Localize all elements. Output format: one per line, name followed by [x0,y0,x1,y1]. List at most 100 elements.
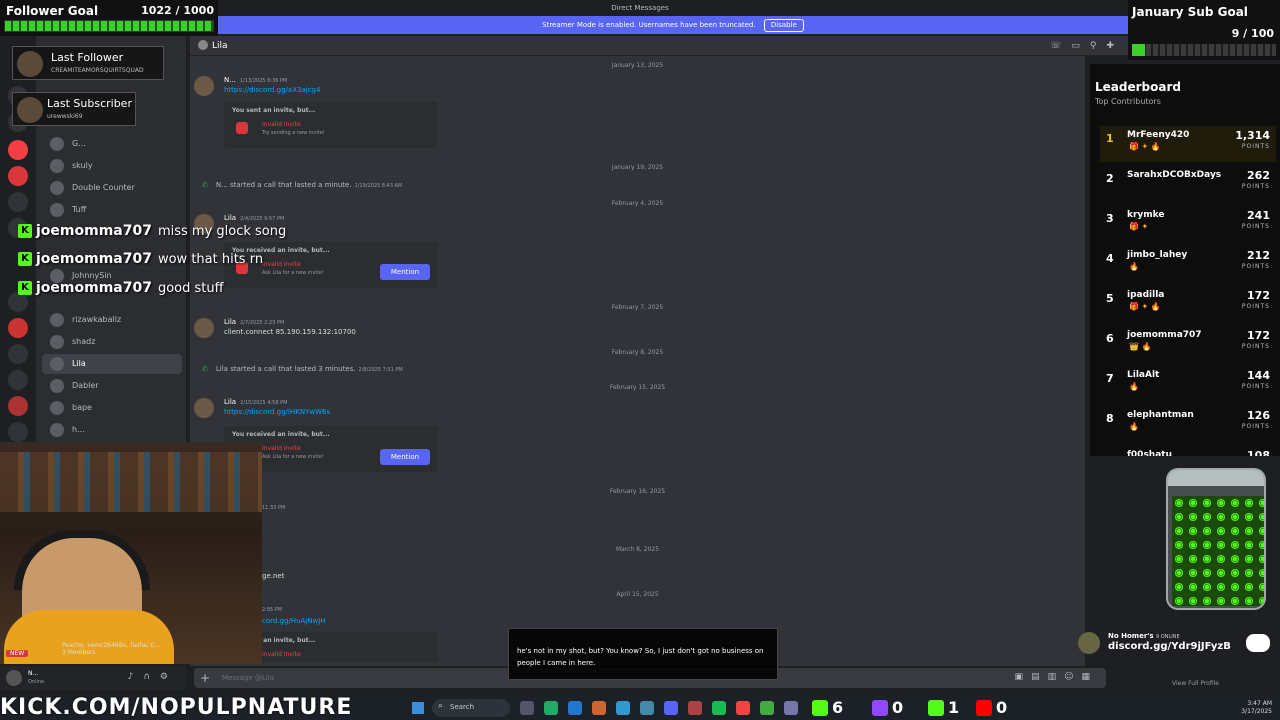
leaderboard-row: 1 MrFeeny420 🎁 ✦ 🔥 1,314 POINTS [1100,126,1276,162]
leaderboard-badges: 🎁 ✦ [1129,222,1149,231]
server-icon[interactable] [8,166,28,186]
leaderboard-points-label: POINTS [1241,303,1270,310]
dm-item-name: rizawkaballz [72,315,122,324]
follower-goal-fill [5,21,213,31]
timestamp: 11:33 PM [262,505,286,511]
taskbar-app-icon[interactable] [568,701,582,715]
gif-icon[interactable]: ▤ [1031,672,1048,682]
dm-item[interactable]: h... [42,420,182,440]
leaderboard-subtitle: Top Contributors [1095,97,1161,106]
stream-stat-value: 0 [892,698,904,717]
taskbar-app-icon[interactable] [616,701,630,715]
taskbar-app-icon[interactable] [640,701,654,715]
headphones-icon[interactable]: ∩ [143,672,160,682]
mention-button[interactable]: Mention [380,449,430,465]
server-icon[interactable] [8,318,28,338]
message-link[interactable]: https://discord.gg/IHKNYwW6s [224,408,330,416]
date-separator: February 7, 2025 [611,304,664,311]
overlay-chat-user: joemomma707 [36,280,152,296]
disable-streamer-mode-button[interactable]: Disable [763,19,804,32]
overlay-chat-text: good stuff [157,281,224,296]
phone-icon[interactable]: ☏ [1050,41,1071,51]
invite-header: You received an invite, but... [232,431,330,438]
leaderboard-badges: 🔥 [1129,422,1139,431]
dm-item[interactable]: bape [42,398,182,418]
background-shelf [0,452,262,512]
search-icon: ⌕ [438,701,444,711]
taskbar-app-icon[interactable] [688,701,702,715]
pin-icon[interactable]: ⚲ [1090,41,1107,51]
taskbar-app-icon[interactable] [520,701,534,715]
server-icon[interactable] [8,396,28,416]
view-full-profile-link[interactable]: View Full Profile [1172,680,1219,687]
dm-item[interactable]: skuly [42,156,182,176]
timestamp: 2/8/2025 7:51 PM [358,367,403,373]
message-link[interactable]: https://discord.gg/aX3ajcg4 [224,86,320,94]
timestamp: 2/7/2025 2:23 PM [240,320,285,326]
call-text: started a call that lasted 3 minutes. [230,365,356,373]
emoji-icon[interactable]: ☺ [1064,672,1081,682]
stream-stat-value: 6 [832,698,844,717]
dm-item-name: Dabler [72,381,99,390]
server-icon[interactable] [8,140,28,160]
video-icon[interactable]: ▭ [1071,41,1090,51]
server-icon[interactable] [8,370,28,390]
add-member-icon[interactable]: ✚ [1106,41,1124,51]
taskbar-app-icon[interactable] [736,701,750,715]
taskbar-search[interactable]: ⌕ Search [432,699,510,717]
streamer-mode-text: Streamer Mode is enabled. Usernames have… [542,21,756,29]
date-separator: February 16, 2025 [609,488,666,495]
dm-item-name: G... [72,139,86,148]
dm-item[interactable]: Tuff [42,200,182,220]
date-separator: April 15, 2025 [616,591,659,598]
leaderboard-row: 7 LilaAlt 🔥 144 POINTS [1100,366,1276,402]
message-link[interactable]: cord.gg/HuAjNwJH [262,617,326,625]
dm-item[interactable]: Double Counter [42,178,182,198]
taskbar-app-icon[interactable] [544,701,558,715]
server-icon[interactable] [8,422,28,442]
server-icon[interactable] [8,344,28,364]
platform-icon [812,700,828,716]
dm-item-name: Double Counter [72,183,135,192]
chat-title: Lila [212,41,228,51]
timestamp: 2/15/2025 4:58 PM [240,400,288,406]
invite-title: Invalid Invite [262,121,301,128]
taskbar-app-icon[interactable] [784,701,798,715]
invite-header: You sent an invite, but... [232,107,316,114]
windows-start-icon[interactable] [412,702,424,714]
leaderboard-name: f00shatu [1127,450,1172,456]
dm-item[interactable]: Dabler [42,376,182,396]
mic-icon[interactable]: ♪ [128,672,144,682]
attach-plus-icon[interactable]: + [200,671,210,685]
group-dm-info: Peachy, xemc26468x, Tasha, C... 3 Member… [62,642,161,656]
avatar[interactable] [6,670,22,686]
leaderboard-name: ipadilla [1127,290,1165,300]
dm-item[interactable]: G... [42,134,182,154]
taskbar-app-icon[interactable] [592,701,606,715]
mention-button[interactable]: Mention [380,264,430,280]
settings-icon[interactable]: ⚙ [160,672,178,682]
gift-icon[interactable]: ▣ [1015,672,1032,682]
taskbar-app-icon[interactable] [760,701,774,715]
invite-card: You sent an invite, but... Invalid Invit… [224,102,438,148]
kick-url-banner: KICK.COM/NOPULPNATURE [0,695,353,720]
caption-text: he's not in my shot, but? You know? So, … [517,647,764,667]
dm-item[interactable]: rizawkaballz [42,310,182,330]
taskbar-app-icon[interactable] [664,701,678,715]
apps-icon[interactable]: ▦ [1081,672,1098,682]
message: N... 1/13/2025 8:36 PM https://discord.gg… [194,76,494,100]
leaderboard-badges: 🔥 [1129,262,1139,271]
leaderboard-title: Leaderboard [1095,80,1181,94]
caption-box: he's not in my shot, but? You know? So, … [508,628,778,680]
dm-item-active[interactable]: Lila [42,354,182,374]
leaderboard-widget: Leaderboard Top Contributors 1 MrFeeny420… [1090,64,1280,456]
follower-goal-widget: Follower Goal 1022 / 1000 [0,0,218,36]
leaderboard-name: MrFeeny420 [1127,130,1190,140]
server-icon[interactable] [8,192,28,212]
timestamp: 1/19/2025 8:43 AM [354,183,403,189]
dm-item[interactable]: shadz [42,332,182,352]
leaderboard-rank: 3 [1106,212,1114,225]
sticker-icon[interactable]: ▥ [1048,672,1065,682]
message-input[interactable]: Message @Lila [222,674,274,682]
taskbar-app-icon[interactable] [712,701,726,715]
